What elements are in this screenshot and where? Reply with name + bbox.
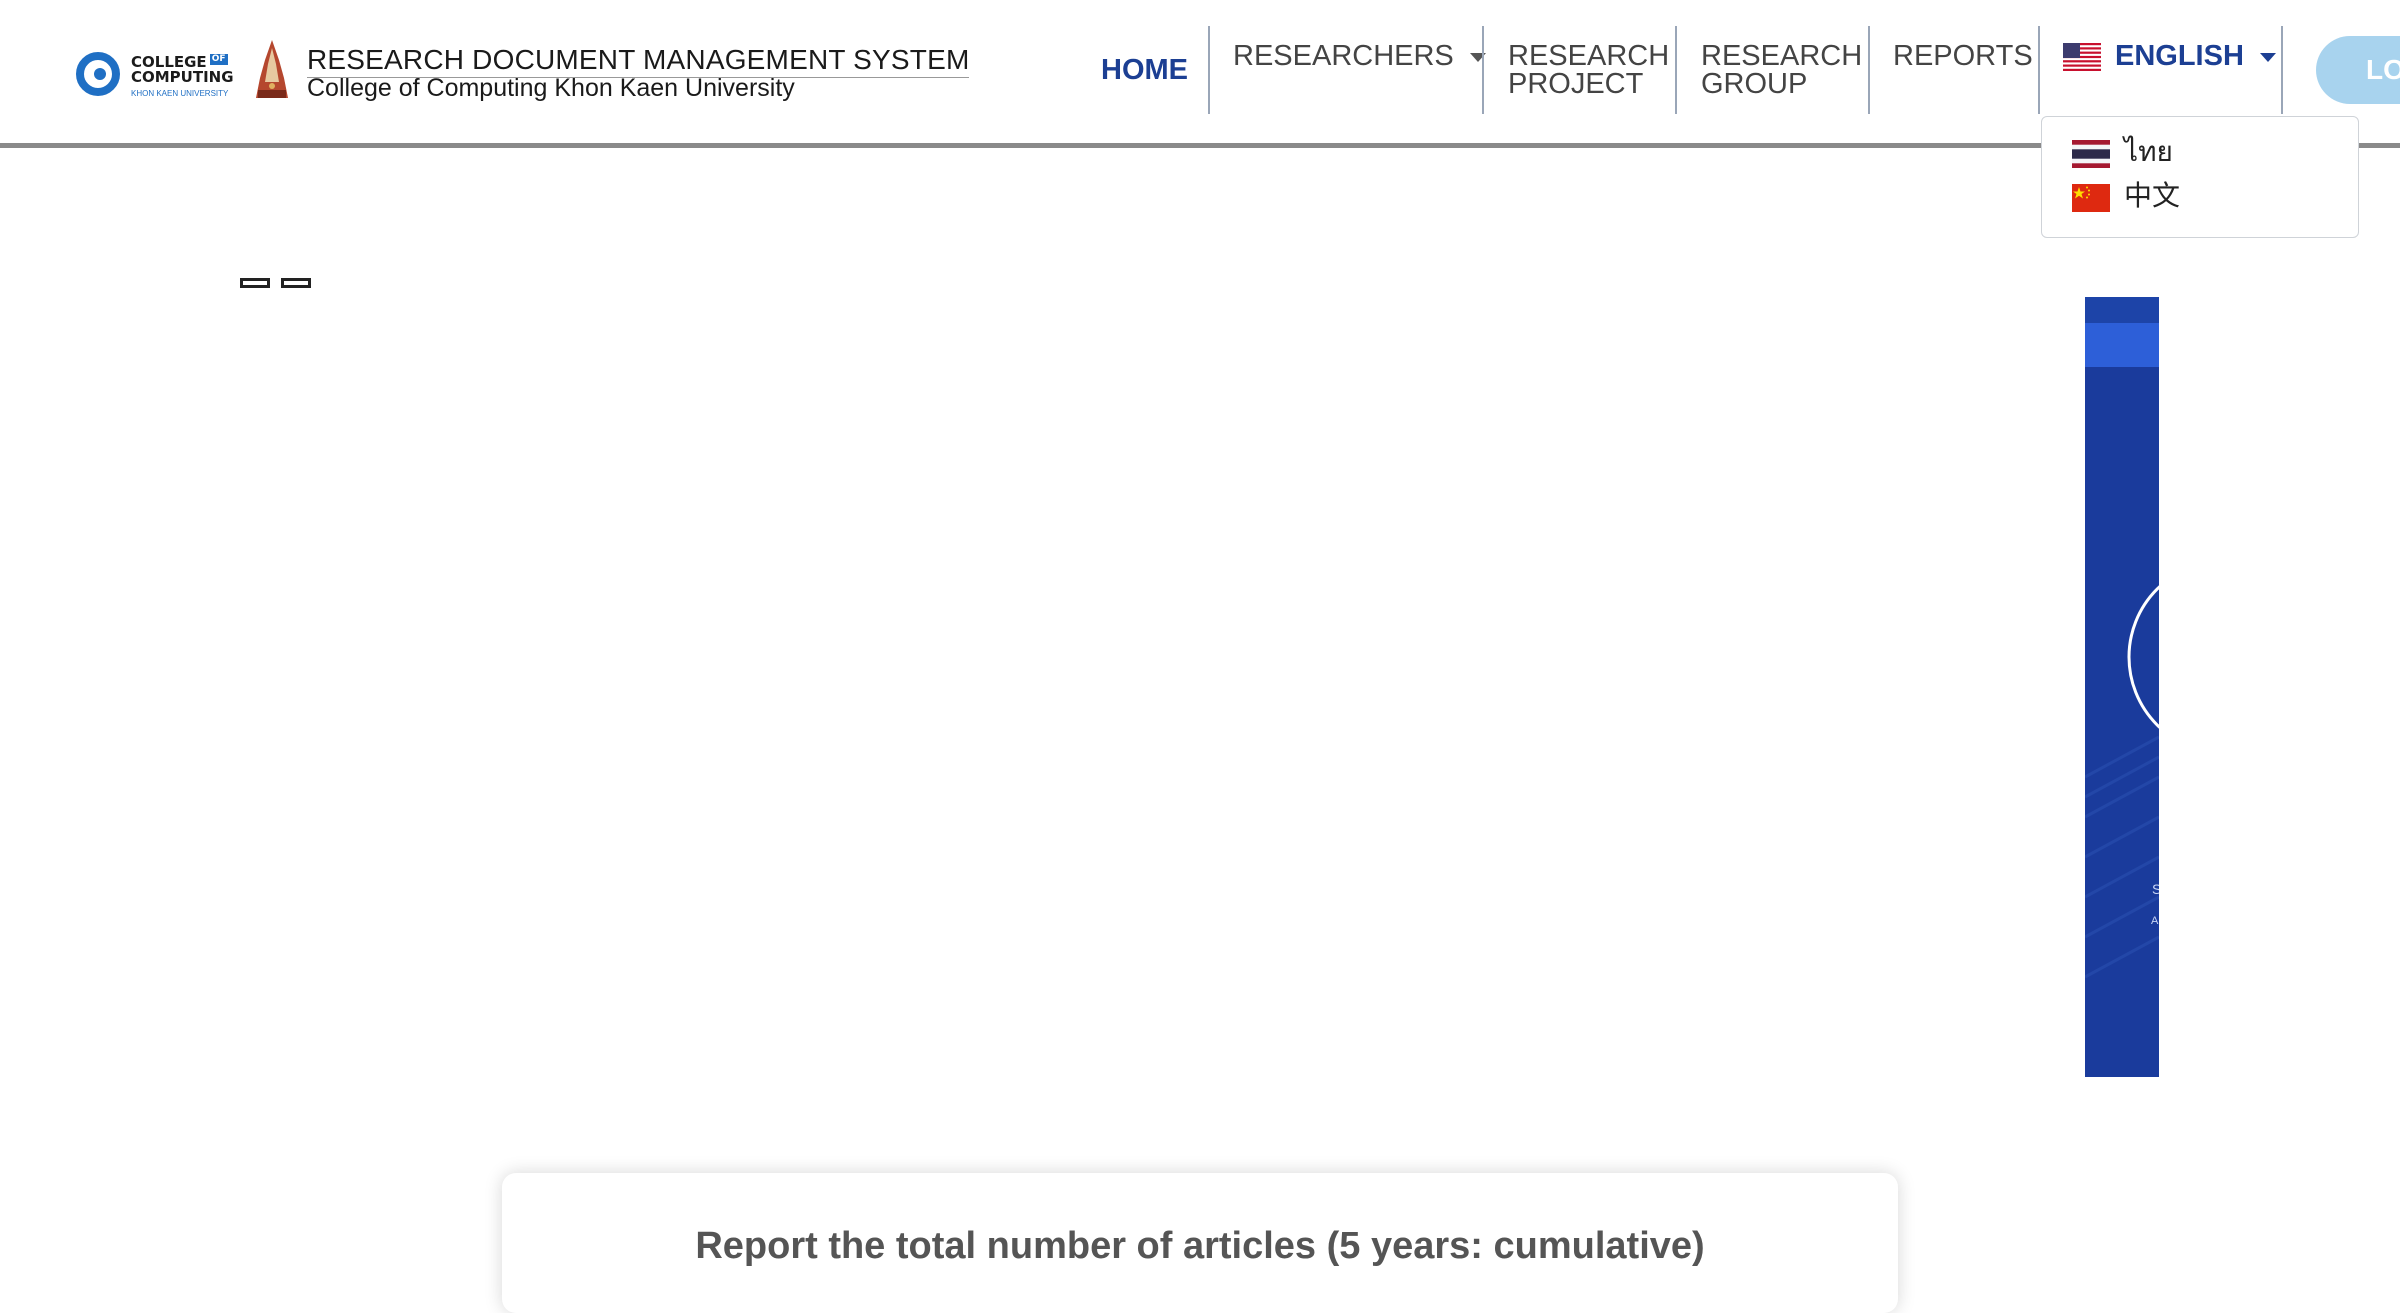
system-title: RESEARCH DOCUMENT MANAGEMENT SYSTEM xyxy=(307,44,970,78)
language-dropdown-menu: ไทย 中文 xyxy=(2041,116,2359,238)
logo-of: OF xyxy=(209,54,228,65)
top-navbar: COLLEGE OF COMPUTING KHON KAEN UNIVERSITY… xyxy=(0,0,2400,148)
nav-research-project-line1: RESEARCH xyxy=(1508,40,1670,72)
logo-line2: COMPUTING xyxy=(131,68,234,86)
nav-researchers-label: RESEARCHERS xyxy=(1233,40,1454,72)
caret-down-icon xyxy=(2259,52,2276,62)
banner-decoration xyxy=(2085,585,2159,979)
language-option-chinese-label: 中文 xyxy=(2124,180,2181,211)
nav-research-project-line2: PROJECT xyxy=(1508,68,1644,100)
nav-divider xyxy=(2038,26,2040,114)
coc-logo-icon xyxy=(76,52,120,96)
banner-text-fragment: A xyxy=(2151,915,2159,927)
nav-divider xyxy=(2281,26,2283,114)
thailand-flag-icon xyxy=(2072,139,2110,168)
language-option-chinese[interactable]: 中文 xyxy=(2072,179,2180,213)
nav-research-group[interactable]: RESEARCH GROUP xyxy=(1701,26,1862,114)
system-subtitle: College of Computing Khon Kaen Universit… xyxy=(307,74,795,102)
nav-research-project[interactable]: RESEARCH PROJECT xyxy=(1508,26,1669,114)
nav-research-group-line2: GROUP xyxy=(1701,68,1808,100)
us-flag-icon xyxy=(2063,43,2101,72)
carousel-indicator-1[interactable] xyxy=(240,278,270,288)
login-button[interactable]: LO xyxy=(2316,36,2400,104)
kku-emblem-icon xyxy=(256,40,288,98)
language-dropdown-toggle[interactable]: ENGLISH xyxy=(2063,26,2276,114)
college-of-computing-logo: COLLEGE OF COMPUTING KHON KAEN UNIVERSITY xyxy=(76,48,246,100)
banner-text-fragment: S xyxy=(2152,881,2159,897)
language-option-thai-label: ไทย xyxy=(2124,136,2173,167)
nav-research-group-line1: RESEARCH xyxy=(1701,40,1863,72)
logo-line3: KHON KAEN UNIVERSITY xyxy=(131,89,229,98)
report-title: Report the total number of articles (5 y… xyxy=(695,1225,1705,1267)
carousel-banner-image: S A xyxy=(2085,297,2159,1077)
nav-divider xyxy=(1868,26,1870,114)
nav-divider xyxy=(1208,26,1210,114)
china-flag-icon xyxy=(2072,183,2110,212)
nav-reports[interactable]: REPORTS xyxy=(1893,26,2033,114)
language-option-thai[interactable]: ไทย xyxy=(2072,135,2173,169)
nav-researchers-dropdown[interactable]: RESEARCHERS xyxy=(1233,26,1486,114)
nav-home[interactable]: HOME xyxy=(1101,26,1188,114)
carousel-indicator-2[interactable] xyxy=(281,278,311,288)
nav-divider xyxy=(1675,26,1677,114)
report-card: Report the total number of articles (5 y… xyxy=(502,1173,1898,1313)
nav-divider xyxy=(1482,26,1484,114)
language-current-label: ENGLISH xyxy=(2115,40,2244,72)
